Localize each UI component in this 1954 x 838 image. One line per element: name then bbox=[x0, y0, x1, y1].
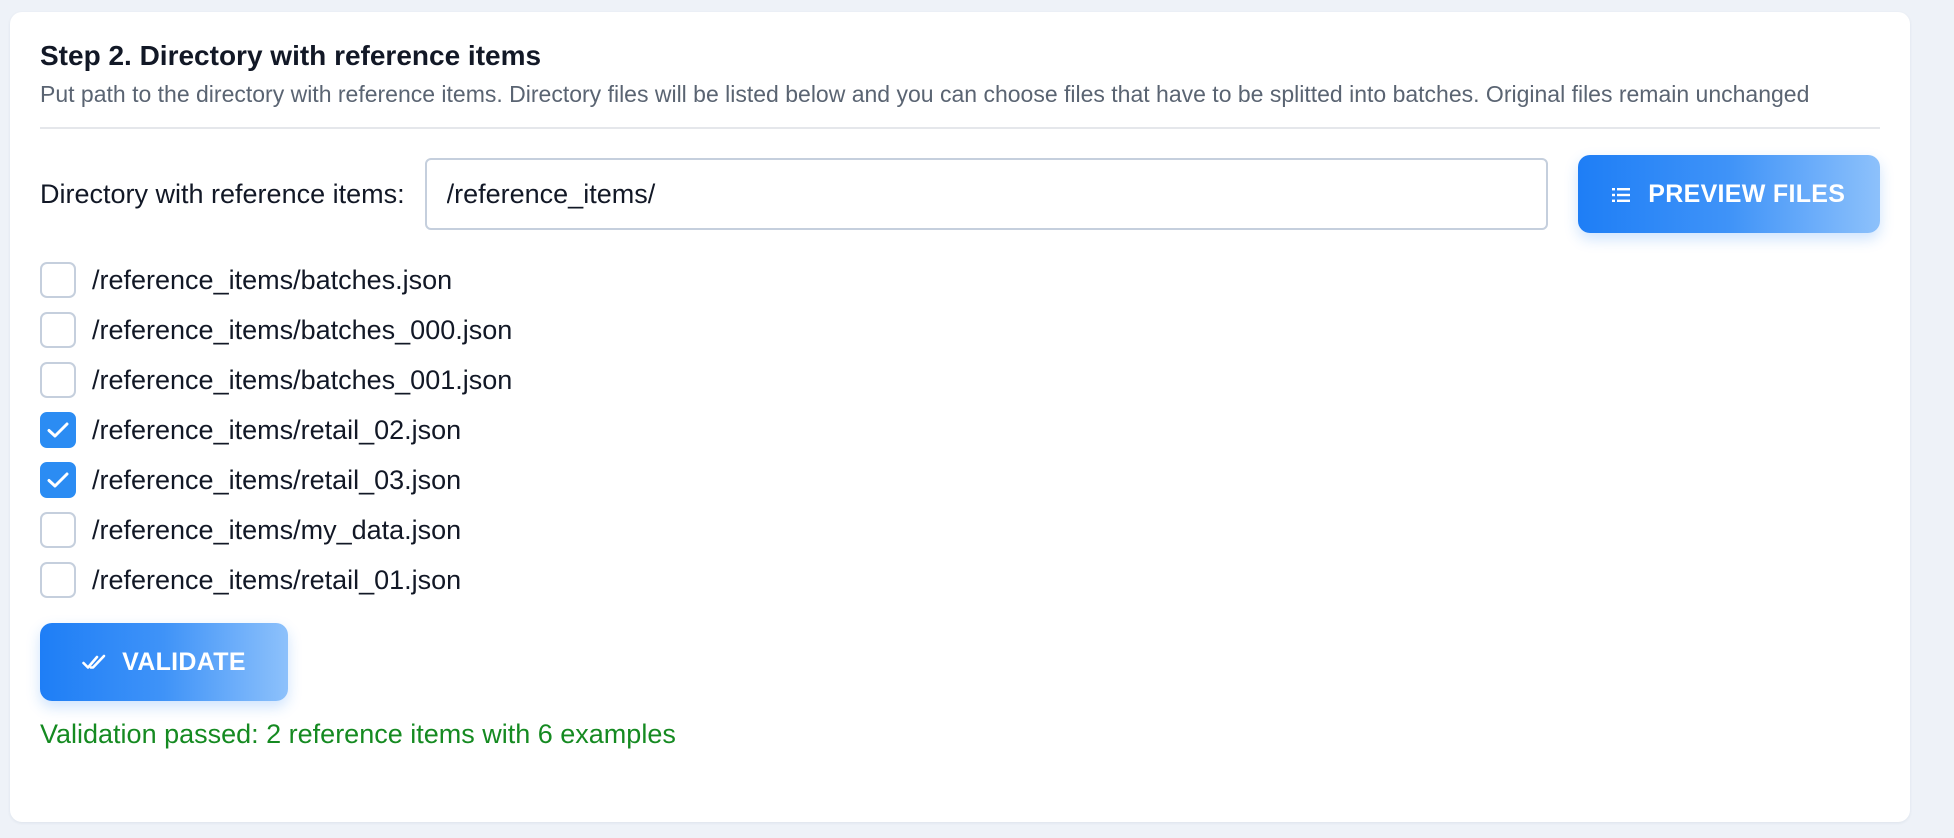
file-checkbox[interactable] bbox=[40, 262, 76, 298]
step-title: Step 2. Directory with reference items bbox=[40, 40, 542, 71]
file-name: /reference_items/retail_01.json bbox=[92, 564, 462, 595]
file-name: /reference_items/batches_001.json bbox=[92, 364, 513, 395]
checkmark-icon bbox=[47, 472, 69, 488]
validate-button[interactable]: VALIDATE bbox=[40, 623, 288, 701]
file-checkbox[interactable] bbox=[40, 412, 76, 448]
preview-files-label: PREVIEW FILES bbox=[1648, 179, 1846, 208]
file-checkbox[interactable] bbox=[40, 312, 76, 348]
file-checkbox[interactable] bbox=[40, 512, 76, 548]
file-name: /reference_items/my_data.json bbox=[92, 514, 462, 545]
directory-label: Directory with reference items: bbox=[40, 178, 405, 209]
checkmark-icon bbox=[47, 422, 69, 438]
step-description: Put path to the directory with reference… bbox=[40, 81, 1810, 107]
file-name: /reference_items/batches.json bbox=[92, 264, 453, 295]
divider bbox=[40, 127, 1880, 129]
file-checkbox[interactable] bbox=[40, 562, 76, 598]
file-name: /reference_items/batches_000.json bbox=[92, 314, 513, 345]
step-card: Step 2. Directory with reference items P… bbox=[10, 12, 1910, 822]
file-name: /reference_items/retail_02.json bbox=[92, 414, 462, 445]
validation-status: Validation passed: 2 reference items wit… bbox=[40, 719, 676, 749]
file-item: /reference_items/batches_001.json bbox=[40, 355, 1880, 405]
validate-label: VALIDATE bbox=[122, 647, 246, 676]
preview-files-button[interactable]: PREVIEW FILES bbox=[1577, 155, 1880, 233]
file-checkbox[interactable] bbox=[40, 362, 76, 398]
file-item: /reference_items/retail_02.json bbox=[40, 405, 1880, 455]
file-item: /reference_items/batches_000.json bbox=[40, 305, 1880, 355]
file-item: /reference_items/batches.json bbox=[40, 255, 1880, 305]
file-checkbox[interactable] bbox=[40, 462, 76, 498]
file-name: /reference_items/retail_03.json bbox=[92, 464, 462, 495]
file-item: /reference_items/retail_01.json bbox=[40, 555, 1880, 605]
file-item: /reference_items/my_data.json bbox=[40, 505, 1880, 555]
directory-row: Directory with reference items: PREVIEW … bbox=[40, 155, 1880, 233]
directory-input[interactable] bbox=[424, 158, 1548, 230]
list-icon bbox=[1612, 180, 1631, 209]
file-list: /reference_items/batches.json /reference… bbox=[40, 255, 1880, 605]
double-check-icon bbox=[82, 648, 108, 677]
file-item: /reference_items/retail_03.json bbox=[40, 455, 1880, 505]
